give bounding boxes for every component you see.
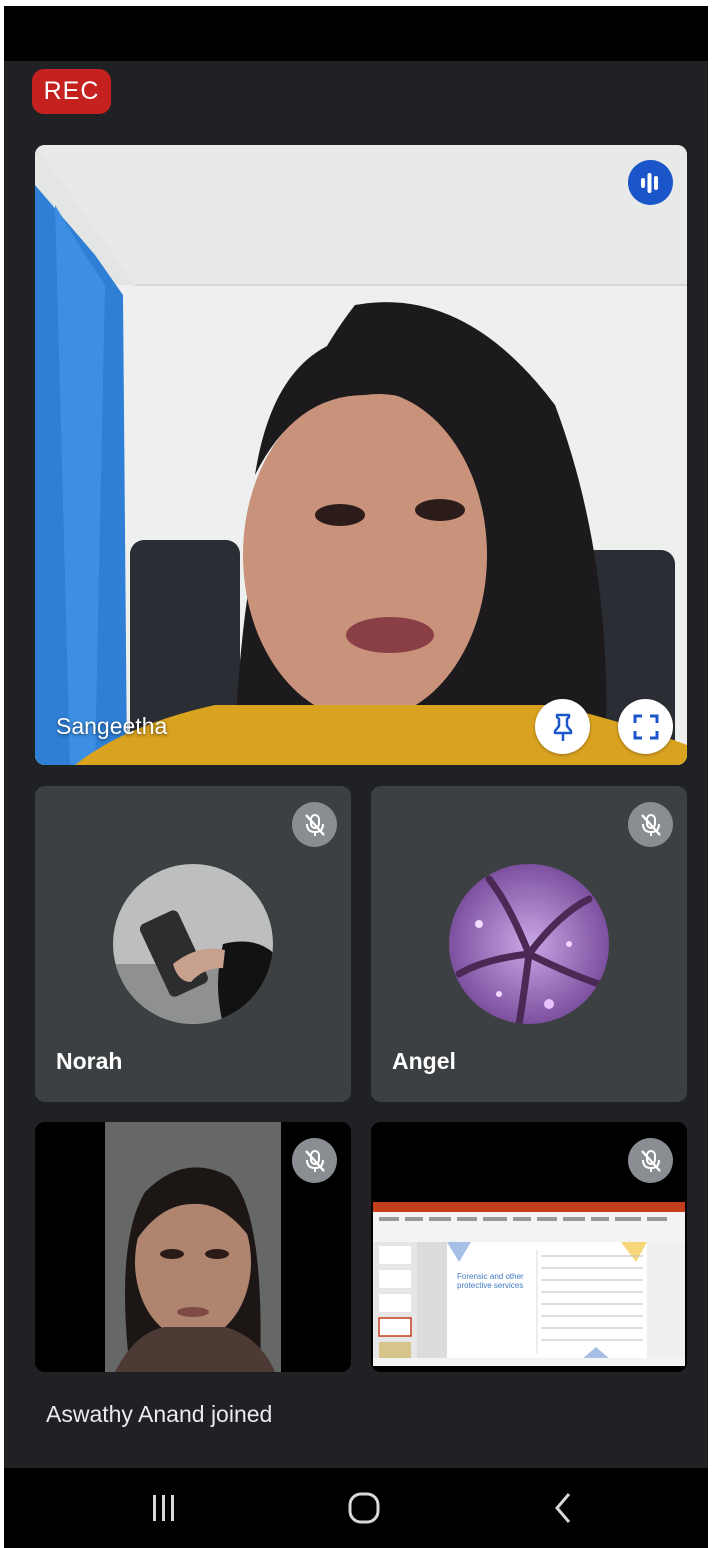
pin-icon: [553, 713, 572, 741]
back-icon: [555, 1493, 571, 1523]
home-button[interactable]: [334, 1482, 394, 1534]
recents-icon: [153, 1495, 174, 1521]
recording-badge: REC: [32, 69, 111, 114]
screen-share-tile[interactable]: Forensic and other protective services: [371, 1122, 687, 1372]
mic-off-icon: [628, 1138, 673, 1183]
mic-off-icon: [292, 1138, 337, 1183]
navigation-bar: [4, 1468, 708, 1548]
main-participant-tile[interactable]: Sangeetha: [35, 145, 687, 765]
participant-tile-angel[interactable]: Angel: [371, 786, 687, 1102]
avatar: [113, 864, 273, 1024]
pin-button[interactable]: [535, 699, 590, 754]
audio-level-icon: [628, 160, 673, 205]
slide-title: Forensic and other protective services: [457, 1272, 524, 1290]
join-notification: Aswathy Anand joined: [4, 1372, 708, 1468]
fullscreen-button[interactable]: [618, 699, 673, 754]
home-icon: [348, 1492, 380, 1524]
participant-tile-video[interactable]: [35, 1122, 351, 1372]
meeting-screen: REC Sangeetha Norah Angel Forensic and o…: [4, 6, 708, 1548]
status-bar: [4, 6, 708, 61]
participant-name: Angel: [392, 1048, 456, 1074]
recents-button[interactable]: [134, 1482, 194, 1534]
main-participant-video: [35, 145, 687, 765]
participant-tile-norah[interactable]: Norah: [35, 786, 351, 1102]
mic-off-icon: [628, 802, 673, 847]
main-participant-name: Sangeetha: [56, 713, 168, 739]
mic-off-icon: [292, 802, 337, 847]
participant-name: Norah: [56, 1048, 123, 1074]
fullscreen-icon: [633, 714, 658, 739]
back-button[interactable]: [534, 1482, 594, 1534]
avatar: [449, 864, 609, 1024]
